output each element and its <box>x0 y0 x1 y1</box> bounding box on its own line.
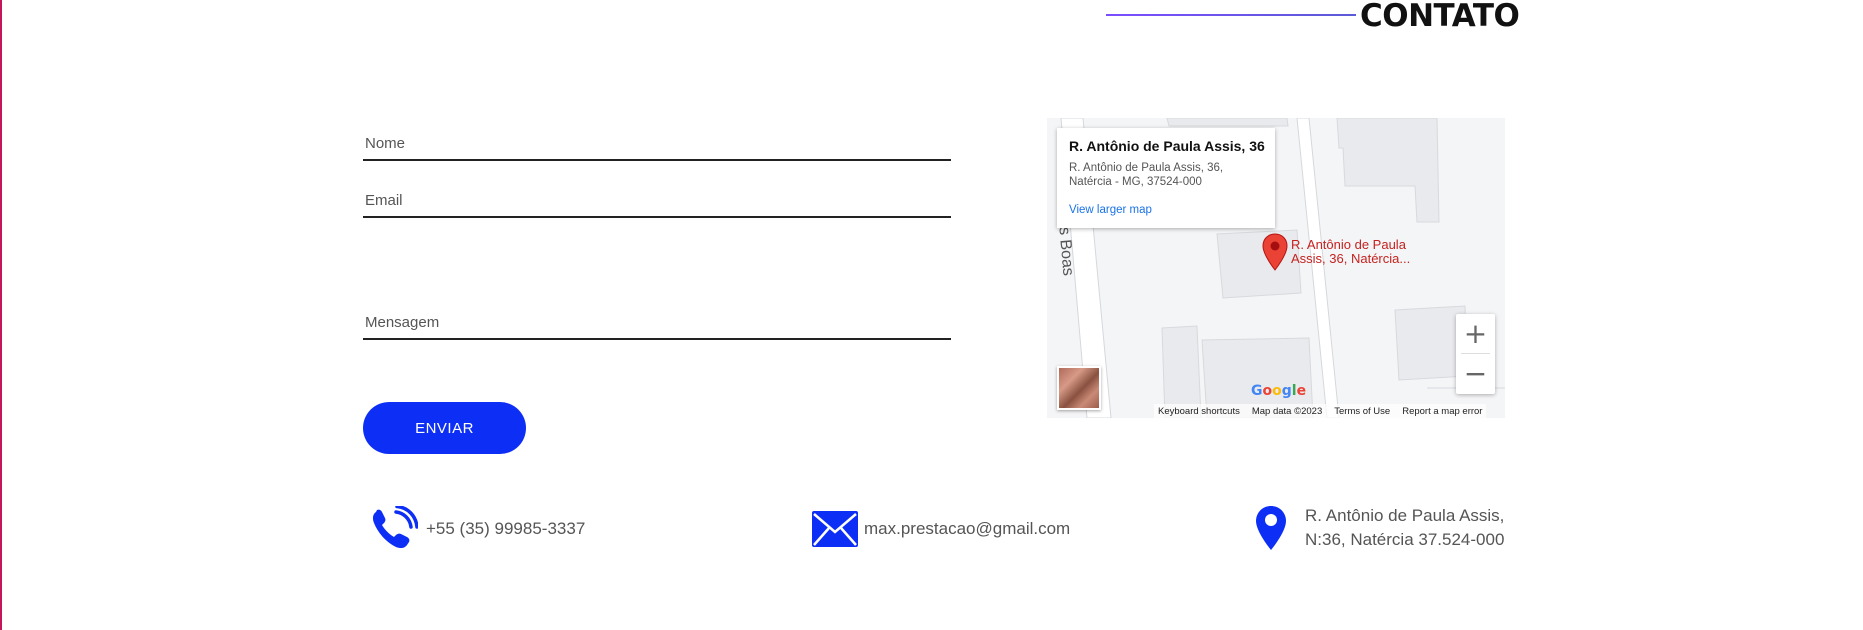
map-footer: Keyboard shortcuts Map data ©2023 Terms … <box>1154 404 1487 418</box>
page-left-accent-border <box>0 0 2 630</box>
map-marker-icon[interactable] <box>1262 233 1288 271</box>
name-input[interactable] <box>363 135 955 152</box>
name-field-wrapper <box>363 135 955 161</box>
message-field-wrapper <box>363 314 955 340</box>
report-map-error-link[interactable]: Report a map error <box>1402 406 1482 417</box>
email-input[interactable] <box>363 192 955 209</box>
google-logo: Google <box>1251 383 1307 399</box>
contact-email: max.prestacao@gmail.com <box>812 511 1070 547</box>
contact-address-line-1: R. Antônio de Paula Assis, <box>1305 506 1505 525</box>
contact-address: R. Antônio de Paula Assis, N:36, Natérci… <box>1255 504 1504 552</box>
terms-of-use-link[interactable]: Terms of Use <box>1334 406 1390 417</box>
section-title: CONTATO <box>1360 0 1520 34</box>
email-field-wrapper <box>363 192 955 218</box>
zoom-out-button[interactable]: − <box>1456 354 1495 393</box>
view-larger-map-link[interactable]: View larger map <box>1069 204 1152 216</box>
satellite-view-toggle[interactable] <box>1057 366 1101 410</box>
send-button[interactable]: ENVIAR <box>363 402 526 454</box>
map-place-card: R. Antônio de Paula Assis, 36 R. Antônio… <box>1057 128 1275 228</box>
map-place-address: R. Antônio de Paula Assis, 36, Natércia … <box>1069 162 1224 188</box>
message-input[interactable] <box>363 314 955 331</box>
heading-decorative-line <box>1106 14 1356 16</box>
map-place-title: R. Antônio de Paula Assis, 36 <box>1069 138 1265 154</box>
map-marker-label: R. Antônio de Paula Assis, 36, Natércia.… <box>1291 237 1411 266</box>
contact-email-address: max.prestacao@gmail.com <box>864 519 1071 538</box>
contact-phone-number: +55 (35) 99985-3337 <box>426 519 586 538</box>
contact-phone: +55 (35) 99985-3337 <box>370 506 585 552</box>
contact-address-text: R. Antônio de Paula Assis, N:36, Natérci… <box>1305 504 1504 552</box>
map-data-attribution: Map data ©2023 <box>1251 405 1323 417</box>
zoom-in-button[interactable]: + <box>1456 314 1495 353</box>
keyboard-shortcuts-link[interactable]: Keyboard shortcuts <box>1158 406 1240 417</box>
contact-address-line-2: N:36, Natércia 37.524-000 <box>1305 530 1505 549</box>
location-pin-icon <box>1256 506 1286 550</box>
map-zoom-control: + − <box>1456 314 1495 394</box>
phone-icon <box>372 506 418 549</box>
envelope-icon <box>812 511 858 547</box>
